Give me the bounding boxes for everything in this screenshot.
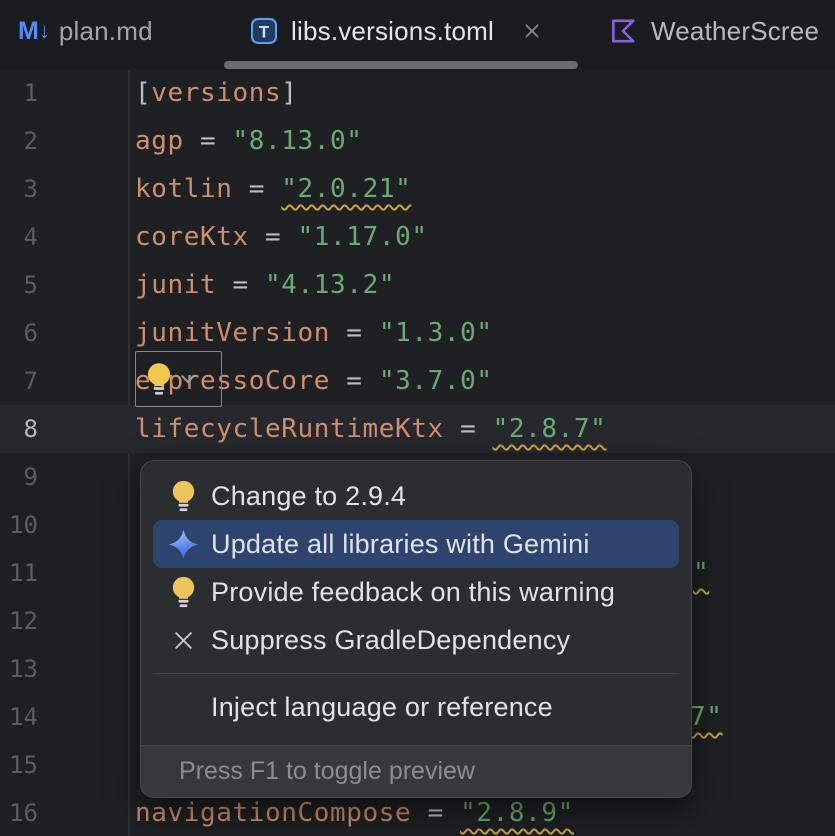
popup-item-0[interactable]: Change to 2.9.4 <box>153 472 679 520</box>
code-fragment-line-11: " <box>693 549 709 597</box>
editor-line-8[interactable]: 8 lifecycleRuntimeKtx = "2.8.7" <box>0 405 835 453</box>
popup-item-label: Inject language or reference <box>211 692 553 723</box>
editor-line-6[interactable]: 6 junitVersion = "1.3.0" <box>0 309 835 357</box>
editor-line-5[interactable]: 5 junit = "4.13.2" <box>0 261 835 309</box>
popup-item-label: Suppress GradleDependency <box>211 625 570 656</box>
editor-line-7[interactable]: 7espressoCore = "3.7.0" <box>0 357 835 405</box>
code-token: = <box>444 414 493 444</box>
code-text[interactable]: coreKtx = "1.17.0" <box>135 213 428 261</box>
tab-strip-scrollbar-thumb[interactable] <box>224 61 578 69</box>
lightbulb-icon <box>165 575 201 609</box>
popup-footer-hint: Press F1 to toggle preview <box>141 745 691 797</box>
code-text[interactable]: junitVersion = "1.3.0" <box>135 309 493 357</box>
code-token: = <box>216 270 265 300</box>
code-text[interactable]: junit = "4.13.2" <box>135 261 395 309</box>
tab-label: WeatherScree <box>651 16 819 47</box>
popup-item-list: Change to 2.9.4 Update all libraries with… <box>141 461 691 664</box>
popup-item-1-selected[interactable]: Update all libraries with Gemini <box>153 520 679 568</box>
svg-text:T: T <box>259 23 270 42</box>
line-number[interactable]: 3 <box>0 165 38 213</box>
popup-item-label: Change to 2.9.4 <box>211 481 406 512</box>
code-token: versions <box>151 78 281 108</box>
code-text[interactable]: lifecycleRuntimeKtx = "2.8.7" <box>135 405 606 453</box>
line-number[interactable]: 16 <box>0 789 38 836</box>
code-token: "1.17.0" <box>298 222 428 252</box>
code-token: kotlin <box>135 174 233 204</box>
line-number[interactable]: 1 <box>0 69 38 117</box>
tab-label: libs.versions.toml <box>291 16 494 47</box>
editor-line-1[interactable]: 1 [versions] <box>0 69 835 117</box>
code-text[interactable]: [versions] <box>135 69 298 117</box>
popup-item-inject-language[interactable]: Inject language or reference <box>141 683 691 731</box>
code-token: = <box>233 174 282 204</box>
code-token: = <box>249 222 298 252</box>
markdown-icon: M↓ <box>18 17 50 46</box>
line-number[interactable]: 15 <box>0 741 38 789</box>
line-number[interactable]: 13 <box>0 645 38 693</box>
tab-plan-md[interactable]: M↓ plan.md <box>18 0 153 62</box>
line-number[interactable]: 12 <box>0 597 38 645</box>
warned-token: "2.0.21" <box>281 174 411 204</box>
code-text[interactable]: kotlin = "2.0.21" <box>135 165 411 213</box>
editor-line-3[interactable]: 3 kotlin = "2.0.21" <box>0 165 835 213</box>
code-token: = <box>330 366 379 396</box>
intention-bulb-widget[interactable] <box>135 351 222 407</box>
code-text[interactable]: agp = "8.13.0" <box>135 117 363 165</box>
code-token: "4.13.2" <box>265 270 395 300</box>
tab-label: plan.md <box>59 16 153 47</box>
line-number[interactable]: 10 <box>0 501 38 549</box>
line-number[interactable]: 5 <box>0 261 38 309</box>
code-token: lifecycleRuntimeKtx <box>135 414 444 444</box>
code-token: "3.7.0" <box>379 366 493 396</box>
line-number[interactable]: 6 <box>0 309 38 357</box>
popup-item-label: Provide feedback on this warning <box>211 577 615 608</box>
ide-window: { "tabs": { "items": [ { "id": "plan", "… <box>0 0 835 836</box>
gemini-sparkle-icon <box>165 528 201 561</box>
warned-token: "2.8.7" <box>493 414 607 444</box>
popup-separator <box>153 673 679 674</box>
chevron-down-icon[interactable] <box>177 368 199 390</box>
tab-libs-versions-toml[interactable]: T libs.versions.toml <box>250 0 544 62</box>
code-token: agp <box>135 126 184 156</box>
popup-item-label: Update all libraries with Gemini <box>211 529 590 560</box>
lightbulb-icon[interactable] <box>145 361 173 397</box>
code-token: junit <box>135 270 216 300</box>
code-token: = <box>184 126 233 156</box>
lightbulb-icon <box>165 479 201 513</box>
popup-item-3[interactable]: Suppress GradleDependency <box>153 616 679 664</box>
code-token: [ <box>135 78 151 108</box>
code-token: ] <box>281 78 297 108</box>
line-number[interactable]: 8 <box>0 405 38 453</box>
popup-item-2[interactable]: Provide feedback on this warning <box>153 568 679 616</box>
code-fragment-line-14: 7" <box>690 693 723 741</box>
line-number[interactable]: 11 <box>0 549 38 597</box>
code-token: navigationCompose <box>135 798 411 828</box>
code-token: "1.3.0" <box>379 318 493 348</box>
editor-line-2[interactable]: 2 agp = "8.13.0" <box>0 117 835 165</box>
warned-token: "2.8.9" <box>460 798 574 828</box>
tab-weatherscreen[interactable]: WeatherScree <box>608 0 819 62</box>
code-token: junitVersion <box>135 318 330 348</box>
intention-actions-popup: Change to 2.9.4 Update all libraries with… <box>140 460 692 798</box>
line-number[interactable]: 14 <box>0 693 38 741</box>
line-number[interactable]: 4 <box>0 213 38 261</box>
code-token: = <box>411 798 460 828</box>
suppress-x-icon <box>165 627 201 654</box>
code-token: = <box>330 318 379 348</box>
kotlin-icon <box>608 16 638 46</box>
close-tab-icon[interactable] <box>520 19 544 43</box>
code-token: coreKtx <box>135 222 249 252</box>
line-number[interactable]: 9 <box>0 453 38 501</box>
editor-tab-bar: M↓ plan.md T libs.versions.toml WeatherS… <box>0 0 835 70</box>
footer-hint-text: Press F1 to toggle preview <box>179 757 475 786</box>
line-number[interactable]: 2 <box>0 117 38 165</box>
line-number[interactable]: 7 <box>0 357 38 405</box>
toml-file-icon: T <box>250 17 278 45</box>
editor-line-4[interactable]: 4 coreKtx = "1.17.0" <box>0 213 835 261</box>
code-token: "8.13.0" <box>233 126 363 156</box>
